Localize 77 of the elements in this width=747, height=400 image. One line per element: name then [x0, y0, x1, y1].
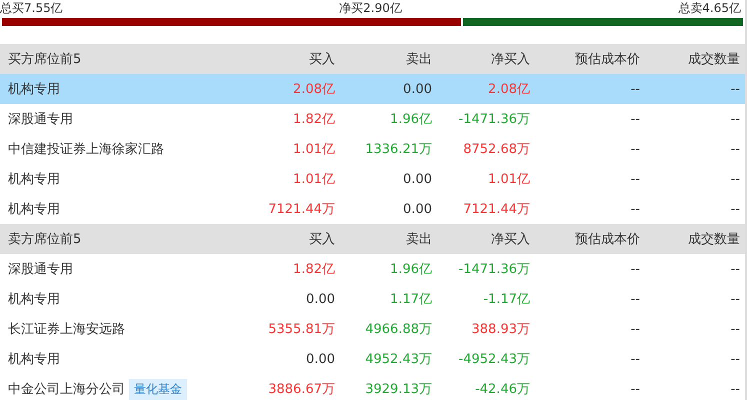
table-cell-text: 1.82亿 [292, 111, 335, 128]
table-cell-text: 0.00 [305, 352, 335, 366]
table-cell-text: 7121.44万 [267, 201, 335, 218]
table-cell-text: 0.00 [402, 172, 432, 186]
seat-name: 机构专用 [8, 171, 60, 188]
table-row[interactable]: 机构专用 2.08亿 0.00 2.08亿 -- -- [0, 74, 745, 104]
table-cell-text: 0.00 [305, 292, 335, 306]
table-cell-text: -- [630, 382, 640, 396]
table-cell-text: 1.01亿 [292, 171, 335, 188]
table-cell-text: 4966.88万 [364, 321, 432, 338]
table-cell-text: 1.01亿 [292, 141, 335, 158]
table-cell-text: 7121.44万 [462, 201, 530, 218]
table-cell-text: 3929.13万 [364, 381, 432, 398]
table-cell-text: -- [730, 352, 740, 366]
seat-name: 机构专用 [8, 291, 60, 308]
column-header: 成交数量 [687, 51, 740, 68]
tag-label: 量化基金 [129, 378, 187, 400]
table-cell-text: 2.08亿 [487, 81, 530, 98]
column-header: 卖出 [405, 231, 432, 248]
table-cell-text: -- [730, 82, 740, 96]
column-header: 净买入 [490, 231, 530, 248]
table-cell-text: -- [630, 82, 640, 96]
table-cell-text: 1.82亿 [292, 261, 335, 278]
table-cell-text: -- [730, 112, 740, 126]
seat-name: 深股通专用 [8, 111, 73, 128]
table-cell-text: 0.00 [402, 202, 432, 216]
column-header: 买方席位前5 [7, 51, 82, 68]
table-cell-text: -- [730, 262, 740, 276]
table-cell-text: 1.01亿 [487, 171, 530, 188]
table-cell-text: -- [630, 322, 640, 336]
table-cell-text: -- [730, 382, 740, 396]
column-header: 卖出 [405, 51, 432, 68]
seat-name: 机构专用 [8, 201, 60, 218]
table-cell-text: 0.00 [402, 82, 432, 96]
table-cell-text: 8752.68万 [462, 141, 530, 158]
column-header: 预估成本价 [574, 51, 640, 68]
table-cell-text: -- [630, 202, 640, 216]
column-header: 净买入 [490, 51, 530, 68]
net-buy-label: 净买2.90亿 [339, 0, 402, 16]
table-cell-text: -- [630, 352, 640, 366]
table-cell-text: -- [630, 172, 640, 186]
seat-name: 深股通专用 [8, 261, 73, 278]
table-cell-text: 1.17亿 [389, 291, 432, 308]
table-cell-text: 5355.81万 [267, 321, 335, 338]
table-cell-text: -1471.36万 [458, 261, 530, 278]
table-cell-text: 3886.67万 [267, 381, 335, 398]
table-cell-text: -4952.43万 [458, 351, 530, 368]
total-buy-label: 总买7.55亿 [0, 0, 63, 16]
table-cell-text: -1.17亿 [482, 291, 530, 308]
table-cell-text: 1336.21万 [364, 141, 432, 158]
table-cell-text: -- [630, 112, 640, 126]
seat-name: 中金公司上海分公司 [8, 381, 125, 398]
column-header: 成交数量 [687, 231, 740, 248]
table-cell-text: 388.93万 [470, 321, 530, 338]
table-cell-text: 2.08亿 [292, 81, 335, 98]
column-header: 预估成本价 [574, 231, 640, 248]
table-cell-text: -- [730, 172, 740, 186]
table-cell-text: -- [730, 202, 740, 216]
table-cell-text: -- [730, 292, 740, 306]
seat-name: 长江证券上海安远路 [8, 321, 125, 338]
table-cell-text: 4952.43万 [364, 351, 432, 368]
total-sell-label: 总卖4.65亿 [678, 0, 741, 16]
table-cell-text: -- [630, 142, 640, 156]
table-cell-text: -- [730, 142, 740, 156]
column-header: 买入 [308, 51, 335, 68]
seat-name: 机构专用 [8, 81, 60, 98]
table-cell-text: 1.96亿 [389, 261, 432, 278]
table-cell-text: -1471.36万 [458, 111, 530, 128]
seat-name: 机构专用 [8, 351, 60, 368]
table-cell-text: -42.46万 [474, 381, 530, 398]
table-cell-text: -- [630, 262, 640, 276]
column-header: 卖方席位前5 [7, 231, 82, 248]
column-header: 买入 [308, 231, 335, 248]
table-cell-text: -- [630, 292, 640, 306]
seat-name: 中信建投证券上海徐家汇路 [8, 141, 164, 158]
table-cell-text: -- [730, 322, 740, 336]
table-cell-text: 1.96亿 [389, 111, 432, 128]
